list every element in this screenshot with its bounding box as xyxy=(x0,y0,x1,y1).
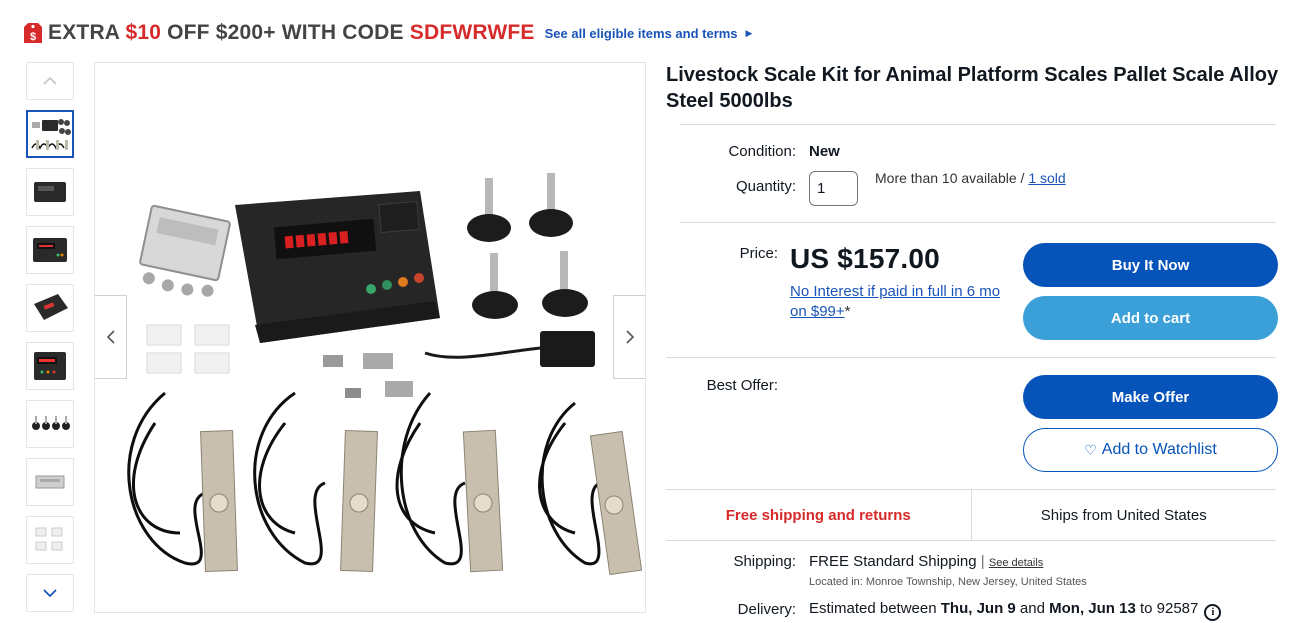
indicator-angle-thumbnail-image xyxy=(34,294,68,320)
info-icon[interactable]: i xyxy=(1204,603,1222,621)
main-product-image[interactable] xyxy=(94,62,646,613)
financing-link[interactable]: No Interest if paid in full in 6 mo on $… xyxy=(790,283,1000,320)
thumbnail-8[interactable] xyxy=(26,516,74,564)
livestock-scale-kit-image xyxy=(127,173,643,576)
junction-box-thumbnail-image xyxy=(35,475,65,489)
free-shipping-badge: Free shipping and returns xyxy=(666,490,972,540)
shipping-label: Shipping: xyxy=(733,553,796,570)
heart-icon: ♡ xyxy=(1084,441,1097,458)
add-to-watchlist-button[interactable]: ♡ Add to Watchlist xyxy=(1023,428,1278,472)
thumbnails-up-button[interactable] xyxy=(26,62,74,100)
add-to-cart-button[interactable]: Add to cart xyxy=(1023,296,1278,340)
chevron-down-icon xyxy=(43,589,57,598)
delivery-label: Delivery: xyxy=(737,601,796,618)
price-label: Price: xyxy=(739,245,778,262)
make-offer-button[interactable]: Make Offer xyxy=(1023,375,1278,419)
play-arrow-icon: ▶ xyxy=(745,27,753,38)
product-title: Livestock Scale Kit for Animal Platform … xyxy=(666,64,1279,112)
thumbnail-2[interactable] xyxy=(26,168,74,216)
divider xyxy=(666,357,1276,358)
indicator-front-thumbnail-image xyxy=(33,238,67,262)
chevron-right-icon xyxy=(625,330,634,344)
promo-terms-link[interactable]: See all eligible items and terms ▶ xyxy=(545,26,753,41)
shipping-summary: Free shipping and returns Ships from Uni… xyxy=(666,489,1276,541)
condition-value: New xyxy=(809,143,840,160)
condition-label: Condition: xyxy=(728,143,796,160)
shipping-details: FREE Standard Shipping | See details xyxy=(809,553,1044,570)
thumbnail-3[interactable] xyxy=(26,226,74,274)
ships-from-text: Ships from United States xyxy=(1040,506,1207,524)
promo-text: EXTRA $10 OFF $200+ WITH CODE SDFWRWFE xyxy=(48,21,535,44)
next-image-button[interactable] xyxy=(613,295,645,379)
brackets-thumbnail-image xyxy=(35,527,63,551)
promo-banner: $ EXTRA $10 OFF $200+ WITH CODE SDFWRWFE… xyxy=(24,18,752,48)
promo-code: SDFWRWFE xyxy=(409,21,535,44)
indicator-display-thumbnail-image xyxy=(34,352,66,380)
chevron-left-icon xyxy=(106,330,115,344)
thumbnail-5[interactable] xyxy=(26,342,74,390)
previous-image-button[interactable] xyxy=(95,295,127,379)
divider xyxy=(680,124,1276,125)
scale-kit-thumbnail-image xyxy=(31,119,71,150)
quantity-input[interactable] xyxy=(809,171,858,206)
indicator-side-thumbnail-image xyxy=(34,182,66,202)
availability-text: More than 10 available / 1 sold xyxy=(875,170,1066,186)
svg-text:$: $ xyxy=(30,31,36,43)
buy-it-now-button[interactable]: Buy It Now xyxy=(1023,243,1278,287)
delivery-estimate: Estimated between Thu, Jun 9 and Mon, Ju… xyxy=(809,600,1222,621)
watchlist-label: Add to Watchlist xyxy=(1101,441,1217,458)
thumbnail-strip xyxy=(26,62,76,612)
financing-text: No Interest if paid in full in 6 mo on $… xyxy=(790,283,1001,320)
feet-thumbnail-image xyxy=(32,416,70,430)
divider xyxy=(680,222,1276,223)
thumbnail-1[interactable] xyxy=(26,110,74,158)
chevron-up-icon xyxy=(43,76,57,85)
price-value: US $157.00 xyxy=(790,243,940,274)
item-location: Located in: Monroe Township, New Jersey,… xyxy=(809,576,1087,588)
thumbnail-6[interactable] xyxy=(26,400,74,448)
thumbnails-down-button[interactable] xyxy=(26,574,74,612)
see-details-link[interactable]: See details xyxy=(989,557,1043,569)
sold-count-link[interactable]: 1 sold xyxy=(1028,170,1065,186)
best-offer-label: Best Offer: xyxy=(706,377,778,394)
price-tag-icon: $ xyxy=(24,23,42,43)
thumbnail-4[interactable] xyxy=(26,284,74,332)
thumbnail-7[interactable] xyxy=(26,458,74,506)
quantity-label: Quantity: xyxy=(735,178,796,195)
promo-amount: $10 xyxy=(125,21,162,44)
